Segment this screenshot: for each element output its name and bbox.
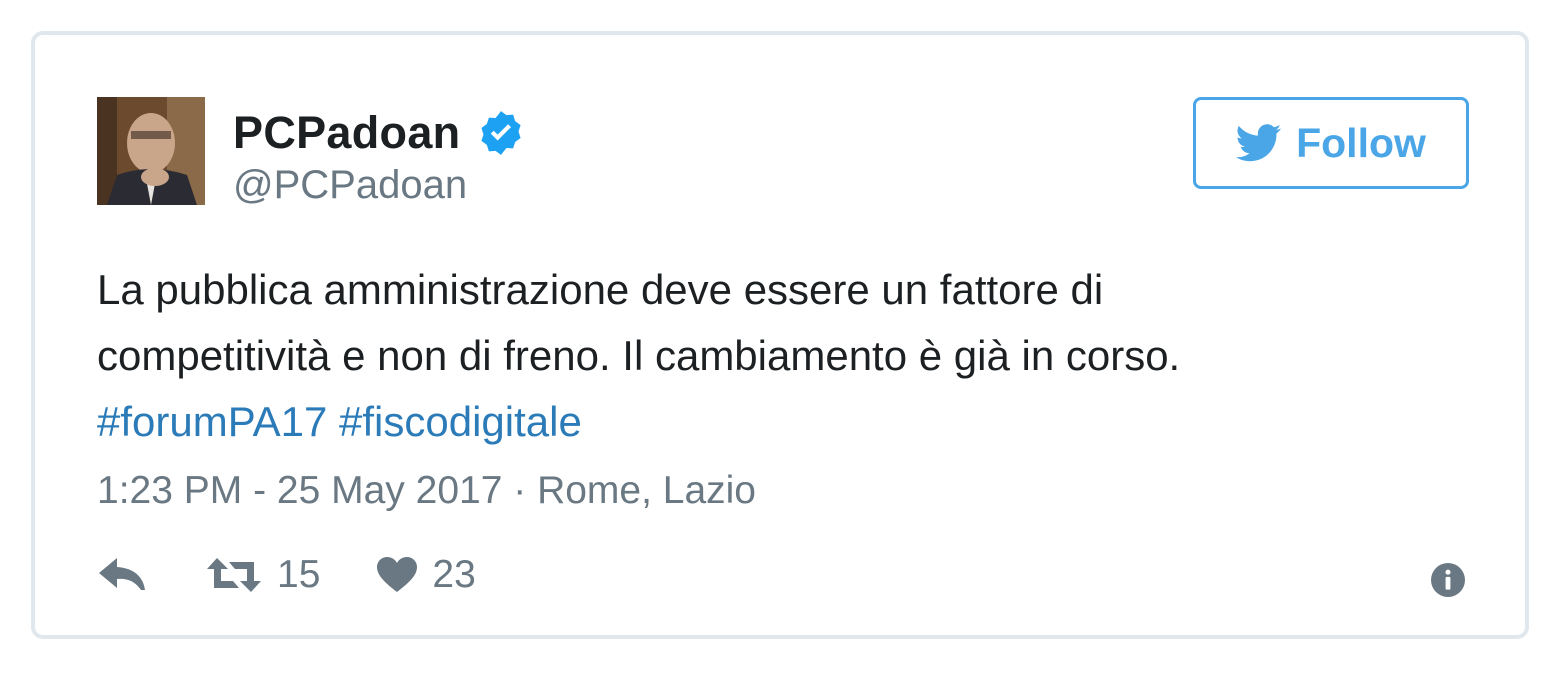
author-name-row: PCPadoan <box>233 105 526 161</box>
retweet-count: 15 <box>277 553 321 596</box>
reply-button[interactable] <box>97 556 147 594</box>
tweet-metadata: 1:23 PM - 25 May 2017 · Rome, Lazio <box>97 469 756 513</box>
tweet-actions: 15 23 <box>97 550 476 600</box>
avatar-photo <box>97 97 205 205</box>
tweet-location[interactable]: Rome, Lazio <box>537 469 756 512</box>
info-icon[interactable] <box>1431 563 1465 597</box>
avatar[interactable] <box>97 97 205 205</box>
retweet-button[interactable]: 15 <box>205 553 320 597</box>
tweet-timestamp[interactable]: 1:23 PM - 25 May 2017 <box>97 469 502 512</box>
retweet-icon <box>207 558 261 592</box>
hashtag-line: #forumPA17 #fiscodigitale <box>97 389 1427 455</box>
follow-button[interactable]: Follow <box>1193 97 1469 189</box>
twitter-bird-icon <box>1236 124 1282 162</box>
follow-button-label: Follow <box>1296 119 1426 166</box>
like-count: 23 <box>432 553 476 596</box>
tweet-text-line: La pubblica amministrazione deve essere … <box>97 266 1104 313</box>
author-display-name[interactable]: PCPadoan <box>233 107 460 159</box>
heart-icon <box>377 557 418 592</box>
author-handle[interactable]: @PCPadoan <box>233 163 467 208</box>
hashtag-link[interactable]: #fiscodigitale <box>339 398 582 445</box>
tweet-text-line: competitività e non di freno. Il cambiam… <box>97 332 1181 379</box>
tweet-text: La pubblica amministrazione deve essere … <box>97 257 1427 455</box>
verified-badge-icon <box>476 108 526 158</box>
reply-icon <box>99 558 145 590</box>
hashtag-link[interactable]: #forumPA17 <box>97 398 327 445</box>
meta-separator: · <box>502 469 538 512</box>
tweet-card: PCPadoan @PCPadoan Follow La pubblica am… <box>31 31 1529 639</box>
like-button[interactable]: 23 <box>376 553 476 597</box>
